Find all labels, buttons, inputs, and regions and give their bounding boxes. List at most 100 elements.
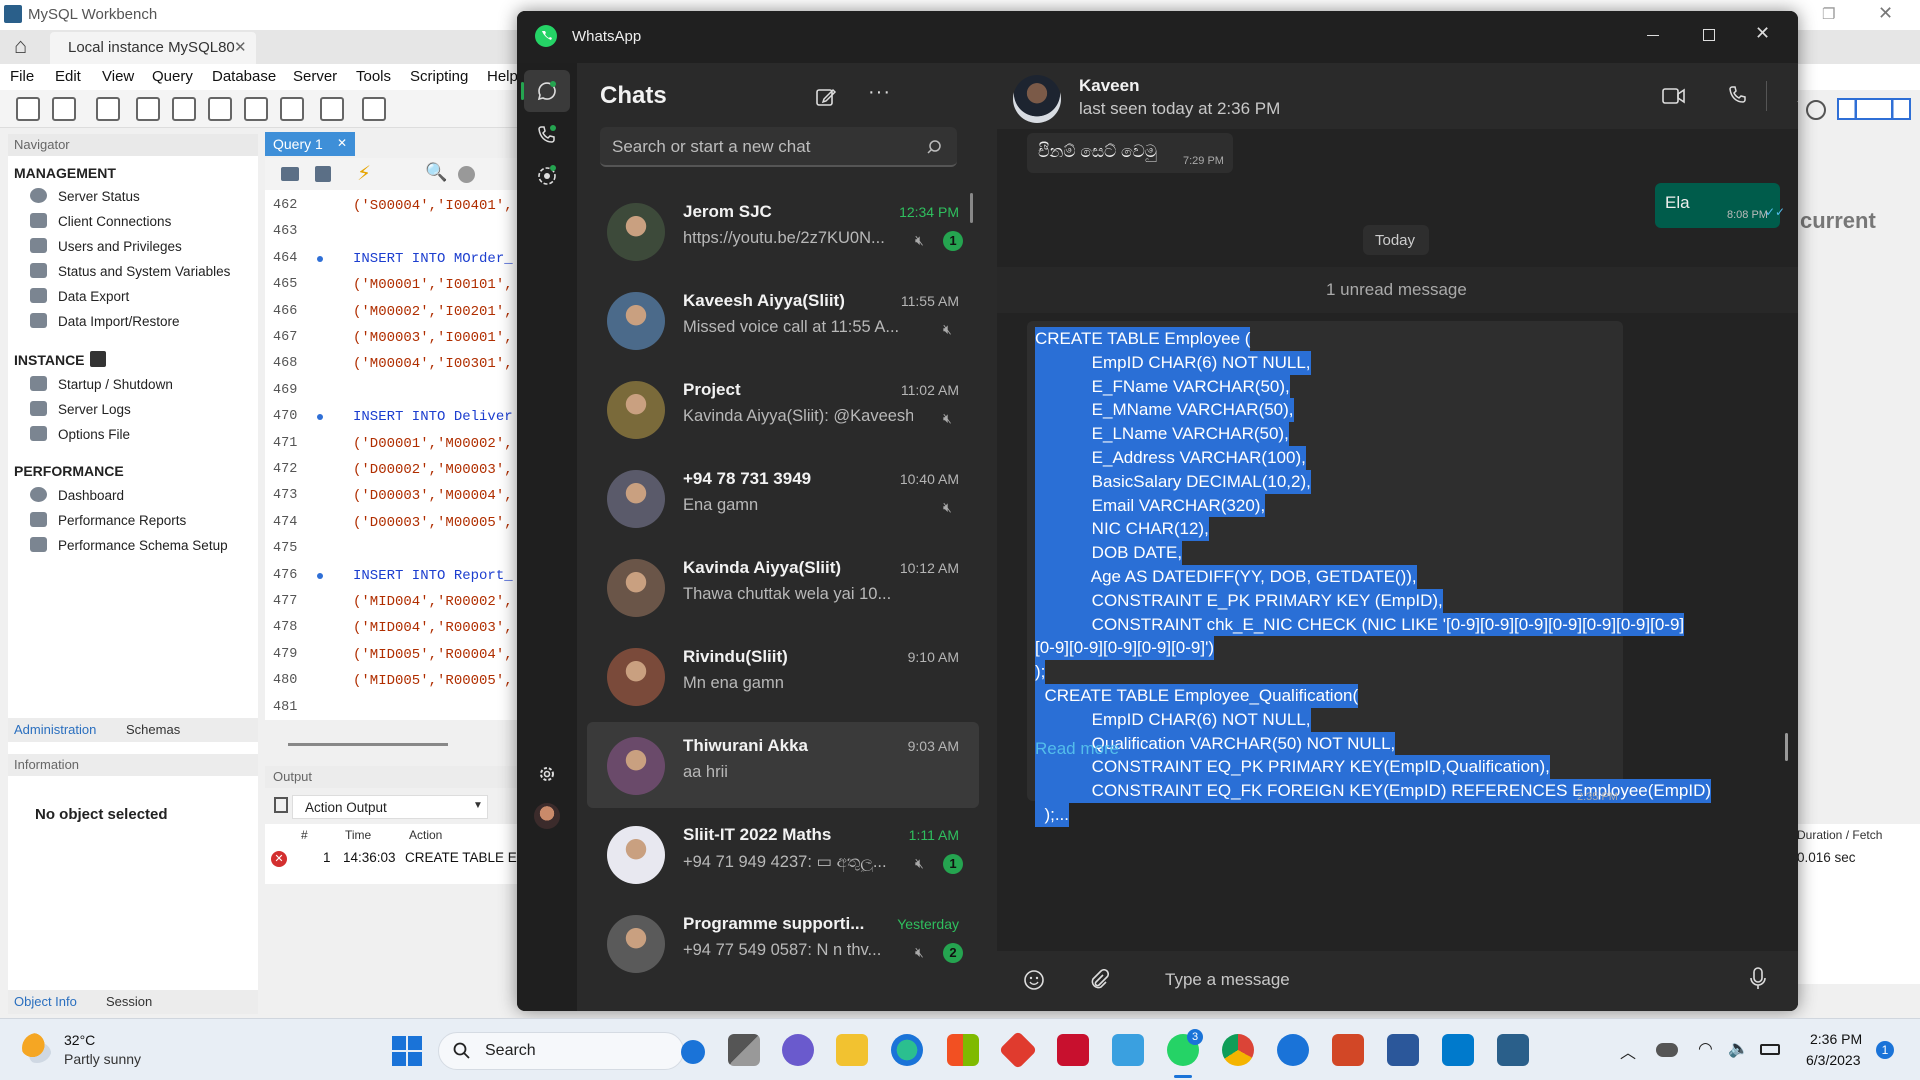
taskbar-search-box[interactable]: Search: [438, 1032, 705, 1070]
instance-tab[interactable]: Local instance MySQL80 ✕: [50, 32, 256, 64]
help-icon[interactable]: [1277, 1034, 1309, 1066]
create-function-icon[interactable]: [280, 97, 304, 121]
onedrive-icon[interactable]: [1656, 1043, 1678, 1057]
battery-icon[interactable]: [1760, 1044, 1780, 1055]
emoji-icon[interactable]: [1023, 969, 1045, 991]
nav-data-import[interactable]: Data Import/Restore: [58, 314, 180, 329]
message-in-bubble[interactable]: එිනම් සෙට් වෙමු 7:29 PM: [1027, 133, 1233, 173]
wa-close-icon[interactable]: ✕: [1755, 23, 1770, 44]
new-chat-icon[interactable]: [815, 86, 837, 108]
chat-list-item[interactable]: Kavinda Aiyya(Sliit) 10:12 AM Thawa chutta…: [587, 544, 979, 630]
notepad-icon[interactable]: [1112, 1034, 1144, 1066]
explain-icon[interactable]: 🔍: [425, 162, 447, 183]
menu-scripting[interactable]: Scripting: [410, 68, 468, 85]
layout-toggle-icon[interactable]: [1837, 98, 1911, 120]
menu-query[interactable]: Query: [152, 68, 193, 85]
nav-performance-reports[interactable]: Performance Reports: [58, 513, 186, 528]
attach-icon[interactable]: [1089, 969, 1109, 991]
sql-editor[interactable]: 462 ('S00004','I00401', 463 464 INSERT INTO …: [265, 190, 525, 720]
menu-server[interactable]: Server: [293, 68, 337, 85]
microphone-icon[interactable]: [1749, 967, 1767, 991]
chat-list-item[interactable]: Project 11:02 AM Kavinda Aiyya(Sliit): @Ka…: [587, 366, 979, 452]
menu-file[interactable]: File: [10, 68, 34, 85]
weather-widget[interactable]: 32°C Partly sunny: [18, 1029, 188, 1073]
create-procedure-icon[interactable]: [244, 97, 268, 121]
menu-edit[interactable]: Edit: [55, 68, 81, 85]
chat-list-item[interactable]: Jerom SJC 12:34 PM https://youtu.be/2z7KU0…: [587, 188, 979, 274]
chat-search-box[interactable]: Search or start a new chat: [600, 127, 957, 167]
wifi-icon[interactable]: ◠: [1698, 1039, 1713, 1059]
contact-avatar[interactable]: [1013, 75, 1061, 123]
conversation-search-icon[interactable]: [1797, 85, 1798, 103]
chat-list-item[interactable]: Sliit-IT 2022 Maths 1:11 AM +94 71 949 423…: [587, 811, 979, 897]
nav-users-privileges[interactable]: Users and Privileges: [58, 239, 182, 254]
tab-object-info[interactable]: Object Info: [14, 994, 77, 1009]
video-call-icon[interactable]: [1662, 86, 1686, 106]
mcafee-icon[interactable]: [1057, 1034, 1089, 1066]
more-options-icon[interactable]: ···: [868, 81, 891, 104]
maximize-icon[interactable]: [1703, 29, 1715, 41]
chat-list-item[interactable]: Kaveesh Aiyya(Sliit) 11:55 AM Missed voice…: [587, 277, 979, 363]
save-icon[interactable]: [315, 166, 331, 182]
notification-badge[interactable]: 1: [1876, 1041, 1894, 1059]
nav-dashboard[interactable]: Dashboard: [58, 488, 124, 503]
minimize-icon[interactable]: [1647, 35, 1659, 36]
chats-nav-button[interactable]: [521, 70, 570, 112]
nav-options-file[interactable]: Options File: [58, 427, 130, 442]
menu-view[interactable]: View: [102, 68, 134, 85]
message-input[interactable]: Type a message: [1165, 970, 1290, 990]
status-nav-icon[interactable]: [536, 164, 558, 186]
settings-gear-icon[interactable]: [536, 763, 558, 785]
nav-data-export[interactable]: Data Export: [58, 289, 129, 304]
editor-hscroll[interactable]: [288, 743, 448, 746]
volume-icon[interactable]: 🔈: [1728, 1039, 1749, 1059]
chat-list-item[interactable]: +94 78 731 3949 10:40 AM Ena gamn 🔇︎: [587, 455, 979, 541]
create-table-icon[interactable]: [172, 97, 196, 121]
powerpoint-icon[interactable]: [1332, 1034, 1364, 1066]
chrome-icon[interactable]: [1222, 1034, 1254, 1066]
execute-icon[interactable]: ⚡: [357, 161, 371, 186]
tab-schemas[interactable]: Schemas: [126, 722, 180, 737]
menu-tools[interactable]: Tools: [356, 68, 391, 85]
store-icon[interactable]: [947, 1034, 979, 1066]
close-icon[interactable]: ✕: [1878, 3, 1893, 24]
home-icon[interactable]: ⌂: [14, 33, 27, 59]
calls-nav-icon[interactable]: [536, 124, 558, 146]
message-out-bubble[interactable]: Ela 8:08 PM ✓✓: [1655, 183, 1785, 228]
nav-performance-schema[interactable]: Performance Schema Setup: [58, 538, 228, 553]
close-tab-icon[interactable]: ✕: [234, 38, 247, 56]
inspector-icon[interactable]: [96, 97, 120, 121]
action-output-select[interactable]: Action Output ▼: [292, 795, 488, 819]
create-schema-icon[interactable]: [136, 97, 160, 121]
account-icon[interactable]: [1806, 100, 1826, 120]
word-icon[interactable]: [1387, 1034, 1419, 1066]
chevron-up-icon[interactable]: ︿: [1620, 1039, 1636, 1063]
nav-server-status[interactable]: Server Status: [58, 189, 140, 204]
chat-list-item[interactable]: Rivindu(Sliit) 9:10 AM Mn ena gamn: [587, 633, 979, 719]
read-more-link[interactable]: Read more: [1035, 739, 1119, 759]
start-button[interactable]: [392, 1036, 422, 1066]
nav-status-variables[interactable]: Status and System Variables: [58, 264, 230, 279]
copy-icon[interactable]: [274, 797, 288, 813]
chat-list-item[interactable]: Programme supporti... Yesterday +94 77 549…: [587, 900, 979, 986]
menu-database[interactable]: Database: [212, 68, 276, 85]
edge-browser-icon[interactable]: [891, 1034, 923, 1066]
stop-icon[interactable]: [458, 166, 475, 183]
message-long-bubble[interactable]: CREATE TABLE Employee ( EmpID CHAR(6) NO…: [1027, 321, 1712, 827]
chat-list-item[interactable]: Thiwurani Akka 9:03 AM aa hrii: [587, 722, 979, 808]
conversation-scrollbar[interactable]: [1785, 733, 1788, 761]
nav-client-connections[interactable]: Client Connections: [58, 214, 171, 229]
open-sql-icon[interactable]: [52, 97, 76, 121]
query-tab-close-icon[interactable]: ✕: [337, 136, 347, 150]
task-view-icon[interactable]: [728, 1034, 760, 1066]
file-explorer-icon[interactable]: [836, 1034, 868, 1066]
teams-chat-icon[interactable]: [782, 1034, 814, 1066]
nav-server-logs[interactable]: Server Logs: [58, 402, 131, 417]
tab-administration[interactable]: Administration: [14, 722, 96, 737]
open-file-icon[interactable]: [281, 167, 299, 181]
search-table-icon[interactable]: [320, 97, 344, 121]
create-view-icon[interactable]: [208, 97, 232, 121]
new-sql-tab-icon[interactable]: [16, 97, 40, 121]
restore-icon[interactable]: ❐: [1822, 5, 1835, 23]
query-tab[interactable]: Query 1 ✕: [265, 132, 355, 156]
